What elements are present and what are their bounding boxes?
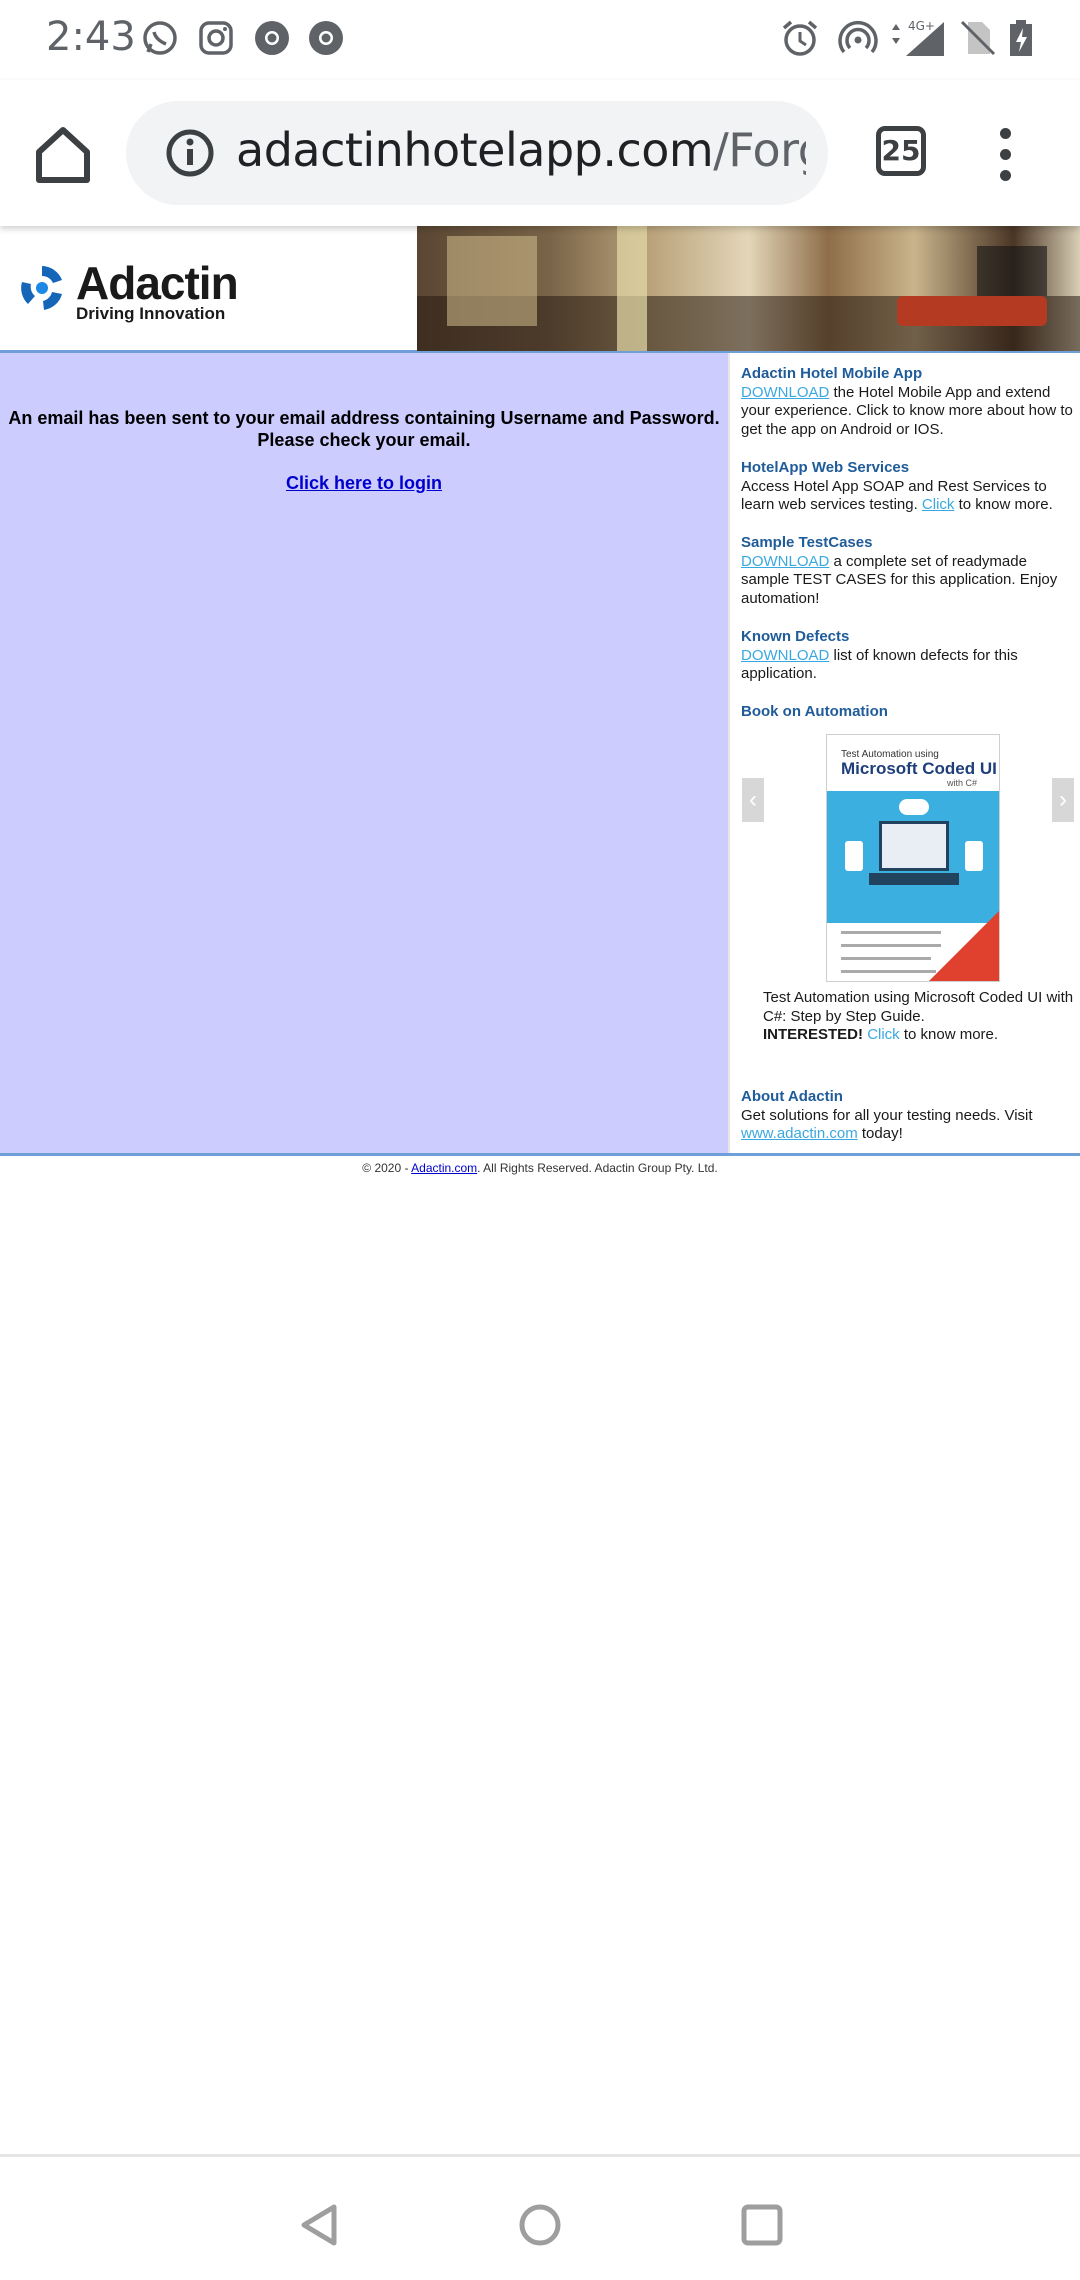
footer-adactin-link[interactable]: Adactin.com [411, 1161, 477, 1175]
mobile-app-download-link[interactable]: DOWNLOAD [741, 384, 829, 401]
adactin-website-link[interactable]: www.adactin.com [741, 1125, 858, 1142]
about-section: About Adactin Get solutions for all your… [741, 1088, 1076, 1144]
web-services-text-after: to know more. [954, 496, 1053, 513]
signal-icon: 4G+ [890, 18, 946, 58]
logo-swirl-icon [21, 266, 62, 310]
hotspot-icon [838, 18, 878, 58]
back-icon[interactable] [296, 2201, 344, 2249]
book-text-after: to know more. [899, 1026, 999, 1043]
testcases-section: Sample TestCases DOWNLOAD a complete set… [741, 534, 1076, 608]
site-header: Adactin Driving Innovation [0, 226, 1080, 353]
book-section: Book on Automation [741, 703, 1076, 722]
chrome-icon [306, 18, 346, 58]
book-cover-illustration [827, 791, 999, 923]
login-link-text[interactable]: Click here to login [286, 473, 442, 493]
main-panel: An email has been sent to your email add… [0, 353, 728, 1153]
more-menu-icon[interactable] [986, 126, 1026, 184]
sidebar: Adactin Hotel Mobile App DOWNLOAD the Ho… [728, 353, 1080, 1153]
about-text: Get solutions for all your testing needs… [741, 1106, 1033, 1124]
book-cover-image[interactable]: Test Automation using Microsoft Coded UI… [826, 734, 1000, 982]
carousel-prev-button[interactable]: ‹ [742, 778, 764, 822]
browser-toolbar: adactinhotelapp.com/ForgotPassword 25 [0, 80, 1080, 226]
home-circle-icon[interactable] [516, 2201, 564, 2249]
footer-suffix: . All Rights Reserved. Adactin Group Pty… [477, 1161, 718, 1175]
svg-text:4G+: 4G+ [908, 19, 935, 33]
book-title: Book on Automation [741, 703, 888, 720]
recents-icon[interactable] [738, 2201, 786, 2249]
mobile-app-title: Adactin Hotel Mobile App [741, 365, 923, 382]
home-icon[interactable] [30, 122, 96, 188]
no-sim-icon [958, 18, 998, 58]
confirmation-message: An email has been sent to your email add… [8, 408, 720, 450]
battery-charging-icon [1006, 18, 1036, 58]
footer-prefix: © 2020 - [362, 1161, 412, 1175]
site-footer: © 2020 - Adactin.com. All Rights Reserve… [0, 1156, 1080, 1175]
logo-tagline: Driving Innovation [76, 304, 226, 323]
book-cover-line3: with C# [947, 778, 978, 788]
adactin-logo[interactable]: Adactin Driving Innovation [14, 256, 254, 326]
book-click-link[interactable]: Click [867, 1026, 900, 1043]
web-services-click-link[interactable]: Click [922, 496, 955, 513]
content-area: An email has been sent to your email add… [0, 353, 1080, 1153]
about-text-after: today! [857, 1125, 903, 1142]
defects-section: Known Defects DOWNLOAD list of known def… [741, 628, 1076, 684]
url-path: /ForgotPassword [713, 123, 806, 177]
book-interested-label: INTERESTED! [763, 1026, 864, 1043]
status-time: 2:43 [46, 14, 136, 60]
book-caption: Test Automation using Microsoft Coded UI… [763, 989, 1075, 1045]
book-cover-line2: Microsoft Coded UI [841, 759, 997, 778]
address-bar[interactable]: adactinhotelapp.com/ForgotPassword [126, 101, 828, 205]
web-page: Adactin Driving Innovation An email has … [0, 226, 1080, 1175]
login-link: Click here to login [0, 473, 728, 494]
tab-switcher-button[interactable]: 25 [876, 126, 926, 176]
defects-title: Known Defects [741, 628, 850, 645]
web-services-title: HotelApp Web Services [741, 459, 910, 476]
url-host: adactinhotelapp.com [236, 123, 714, 177]
mobile-app-section: Adactin Hotel Mobile App DOWNLOAD the Ho… [741, 365, 1076, 439]
web-services-section: HotelApp Web Services Access Hotel App S… [741, 459, 1076, 515]
system-navigation-bar [0, 2154, 1080, 2280]
alarm-icon [780, 18, 820, 58]
testcases-download-link[interactable]: DOWNLOAD [741, 553, 829, 570]
testcases-title: Sample TestCases [741, 534, 873, 551]
status-bar: 2:43 4G+ [0, 0, 1080, 80]
book-caption-text: Test Automation using Microsoft Coded UI… [763, 989, 1074, 1025]
url-text[interactable]: adactinhotelapp.com/ForgotPassword [236, 123, 806, 177]
whatsapp-icon [140, 18, 180, 58]
carousel-next-button[interactable]: › [1052, 778, 1074, 822]
info-icon[interactable] [164, 127, 216, 179]
logo-wordmark: Adactin [76, 257, 239, 309]
chrome-icon [252, 18, 292, 58]
book-cover-corner [929, 911, 999, 981]
about-title: About Adactin [741, 1088, 843, 1105]
instagram-icon [196, 18, 236, 58]
defects-download-link[interactable]: DOWNLOAD [741, 647, 829, 664]
hotel-lobby-banner [417, 226, 1080, 351]
